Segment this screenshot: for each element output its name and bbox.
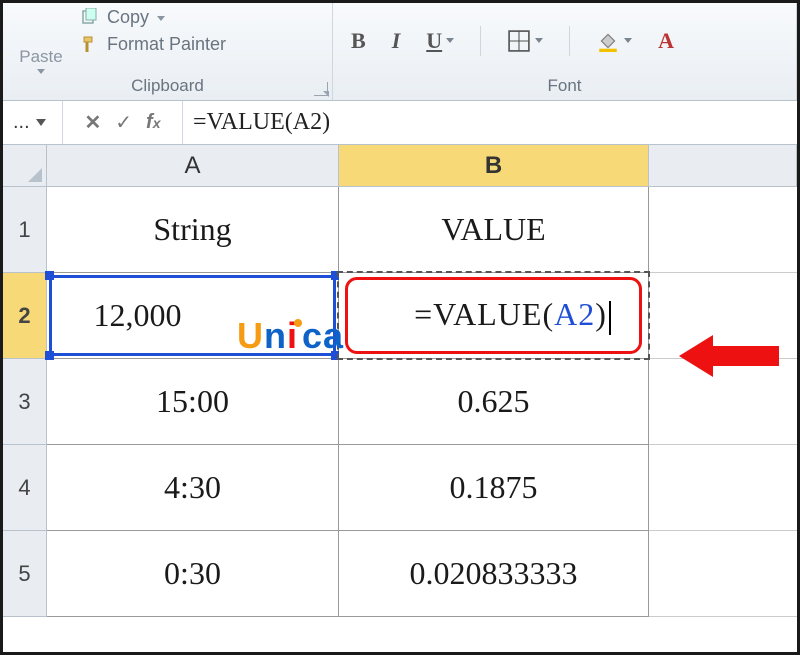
column-header-B[interactable]: B <box>339 145 649 187</box>
cell-formula-text: =VALUE(A2) <box>376 296 611 335</box>
cell-C4[interactable] <box>649 445 797 531</box>
fx-icon[interactable]: fx <box>146 111 160 134</box>
font-color-icon: A <box>658 28 674 54</box>
paste-button[interactable]: Paste <box>11 7 71 74</box>
column-header-C[interactable] <box>649 145 797 187</box>
format-painter-label: Format Painter <box>107 34 226 55</box>
cell-B1[interactable]: VALUE <box>339 187 649 273</box>
chevron-down-icon <box>535 38 543 43</box>
borders-button[interactable] <box>507 30 543 52</box>
cell-A4[interactable]: 4:30 <box>47 445 339 531</box>
chevron-down-icon <box>446 38 454 43</box>
formula-bar: ... ✕ ✓ fx =VALUE(A2) <box>3 101 797 145</box>
dialog-launcher-icon[interactable] <box>314 82 328 96</box>
cancel-icon[interactable]: ✕ <box>85 110 102 135</box>
cell-B5[interactable]: 0.020833333 <box>339 531 649 617</box>
cell-A5[interactable]: 0:30 <box>47 531 339 617</box>
text-cursor <box>609 301 611 335</box>
format-painter-button[interactable]: Format Painter <box>79 34 226 55</box>
row-header-2[interactable]: 2 <box>3 273 47 359</box>
italic-button[interactable]: I <box>392 28 401 54</box>
name-box[interactable]: ... <box>3 101 63 144</box>
spreadsheet-grid: A B 1 String VALUE 2 12,000 =VALUE(A2) 3… <box>3 145 797 617</box>
clipboard-group-label: Clipboard <box>11 74 324 100</box>
cell-C1[interactable] <box>649 187 797 273</box>
row-header-1[interactable]: 1 <box>3 187 47 273</box>
formula-input[interactable]: =VALUE(A2) <box>183 109 797 136</box>
paste-label: Paste <box>19 47 62 67</box>
fill-color-button[interactable] <box>596 30 632 52</box>
separator <box>569 26 570 56</box>
annotation-arrow-icon <box>679 329 779 388</box>
cell-A3[interactable]: 15:00 <box>47 359 339 445</box>
chevron-down-icon <box>624 38 632 43</box>
select-all-corner[interactable] <box>3 145 47 187</box>
ribbon: Paste Copy Format Painter <box>3 3 797 101</box>
cell-B3[interactable]: 0.625 <box>339 359 649 445</box>
font-group-label: Font <box>341 74 788 100</box>
bold-button[interactable]: B <box>351 28 366 54</box>
row-header-5[interactable]: 5 <box>3 531 47 617</box>
cell-C5[interactable] <box>649 531 797 617</box>
underline-button[interactable]: U <box>426 28 454 54</box>
row-header-4[interactable]: 4 <box>3 445 47 531</box>
chevron-down-icon <box>36 119 46 126</box>
copy-label: Copy <box>107 7 149 28</box>
brush-icon <box>79 35 101 55</box>
copy-icon <box>79 8 101 28</box>
font-color-button[interactable]: A <box>658 28 674 54</box>
cell-A1[interactable]: String <box>47 187 339 273</box>
column-header-A[interactable]: A <box>47 145 339 187</box>
cell-B4[interactable]: 0.1875 <box>339 445 649 531</box>
row-header-3[interactable]: 3 <box>3 359 47 445</box>
separator <box>480 26 481 56</box>
paint-bucket-icon <box>596 30 620 52</box>
enter-icon[interactable]: ✓ <box>115 110 132 135</box>
cell-B2-editing[interactable]: =VALUE(A2) <box>339 273 649 359</box>
copy-button[interactable]: Copy <box>79 7 226 28</box>
borders-icon <box>507 30 531 52</box>
chevron-down-icon <box>157 16 165 21</box>
cell-A2[interactable]: 12,000 <box>47 273 339 359</box>
